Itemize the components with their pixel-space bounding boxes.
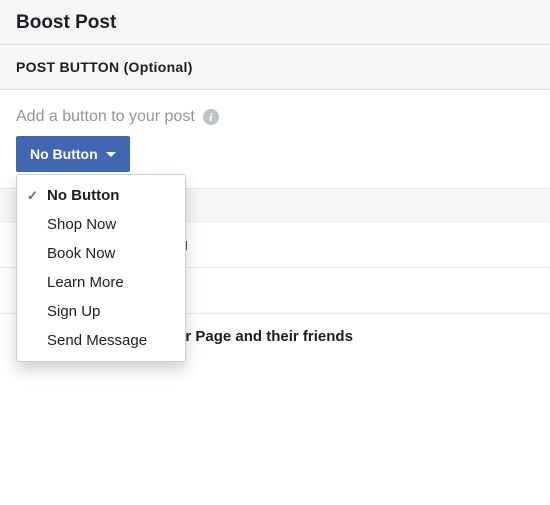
dropdown-option-label: No Button (47, 187, 119, 204)
dropdown-option-no-button[interactable]: ✓ No Button (17, 181, 185, 210)
dropdown-option-label: Shop Now (47, 216, 116, 233)
post-button-section-title: POST BUTTON (Optional) (0, 45, 550, 90)
dropdown-option-label: Send Message (47, 332, 147, 349)
dropdown-option-label: Learn More (47, 274, 124, 291)
check-icon: ✓ (27, 188, 41, 204)
dropdown-option-label: Book Now (47, 245, 115, 262)
dropdown-option-sign-up[interactable]: ✓ Sign Up (17, 297, 185, 326)
info-icon[interactable]: i (203, 109, 219, 125)
dialog-title: Boost Post (16, 12, 534, 34)
dropdown-option-shop-now[interactable]: ✓ Shop Now (17, 210, 185, 239)
caret-down-icon (106, 152, 116, 157)
button-type-dropdown-menu: ✓ No Button ✓ Shop Now ✓ Book Now ✓ Lear… (16, 174, 186, 362)
button-type-dropdown: No Button ✓ No Button ✓ Shop Now ✓ Book … (16, 136, 130, 172)
dropdown-option-label: Sign Up (47, 303, 100, 320)
dropdown-option-book-now[interactable]: ✓ Book Now (17, 239, 185, 268)
hint-text: Add a button to your post (16, 108, 195, 126)
dialog-header: Boost Post (0, 0, 550, 45)
hint-row: Add a button to your post i (16, 108, 534, 126)
post-button-section-body: Add a button to your post i No Button ✓ … (0, 90, 550, 172)
dropdown-option-learn-more[interactable]: ✓ Learn More (17, 268, 185, 297)
dropdown-option-send-message[interactable]: ✓ Send Message (17, 326, 185, 355)
button-type-dropdown-trigger[interactable]: No Button (16, 136, 130, 172)
dropdown-selected-label: No Button (30, 146, 98, 162)
